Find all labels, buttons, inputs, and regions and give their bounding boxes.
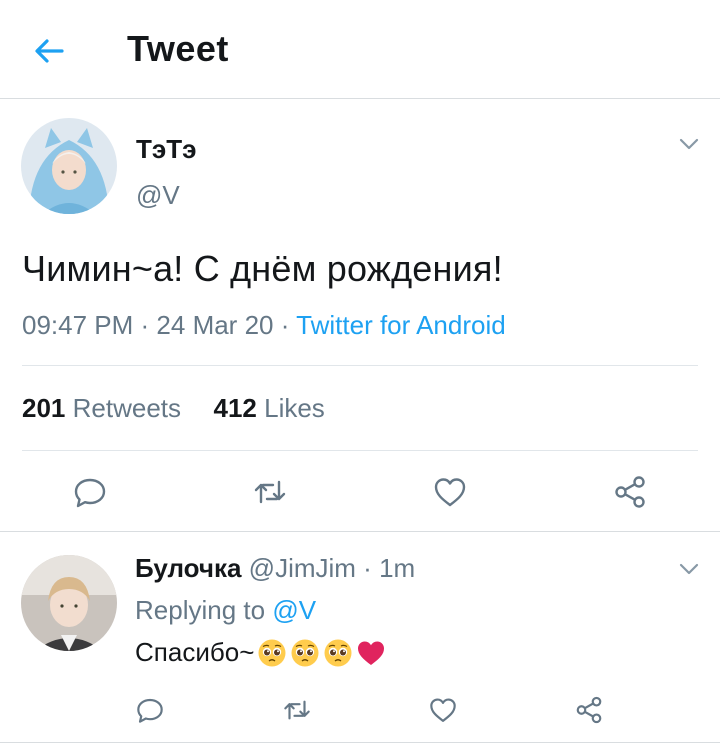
- retweet-button[interactable]: [252, 474, 288, 510]
- avatar[interactable]: [21, 555, 117, 651]
- top-bar: Tweet: [0, 0, 720, 99]
- retweet-icon: [254, 480, 286, 504]
- avatar[interactable]: [21, 118, 117, 214]
- share-button[interactable]: [612, 474, 648, 510]
- tweet-text: Чимин~а! С днём рождения!: [22, 248, 503, 289]
- reply-header: Булочка @JimJim · 1m: [135, 553, 415, 584]
- user-handle[interactable]: @V: [136, 180, 180, 211]
- heart-icon: [434, 478, 466, 507]
- reply-menu-button[interactable]: [678, 561, 700, 577]
- retweets-label: Retweets: [72, 393, 182, 423]
- tweet-time: 09:47 PM: [22, 310, 134, 340]
- likes-label: Likes: [264, 393, 325, 423]
- back-button[interactable]: [30, 31, 70, 71]
- chevron-down-icon: [679, 563, 699, 575]
- replying-to-label: Replying to: [135, 595, 266, 625]
- retweet-icon: [284, 700, 310, 720]
- reply-text: Спасибо~: [135, 637, 386, 668]
- display-name[interactable]: ТэТэ: [136, 134, 196, 165]
- reply-text-body: Спасибо~: [135, 637, 255, 667]
- reply-display-name[interactable]: Булочка: [135, 553, 241, 583]
- share-button[interactable]: [574, 695, 604, 725]
- tweet-date: 24 Mar 20: [156, 310, 274, 340]
- reply-time: 1m: [379, 553, 416, 583]
- share-icon: [615, 476, 645, 508]
- replying-to: Replying to @V: [135, 595, 316, 626]
- divider: [22, 450, 698, 451]
- arrow-left-icon: [35, 39, 64, 63]
- retweets-stat[interactable]: 201 Retweets: [22, 393, 181, 423]
- main-tweet: ТэТэ @V Чимин~а! С днём рождения! 09:47 …: [0, 100, 720, 532]
- tweet-stats: 201 Retweets 412 Likes: [22, 393, 325, 424]
- reply-button[interactable]: [72, 474, 108, 510]
- chevron-down-icon: [679, 138, 699, 150]
- pleading-face-icon: [291, 639, 319, 666]
- retweets-count: 201: [22, 393, 66, 423]
- reply-button[interactable]: [135, 695, 165, 725]
- reply-icon: [137, 698, 163, 723]
- reply-handle[interactable]: @JimJim: [249, 553, 356, 583]
- page-title: Tweet: [127, 28, 229, 69]
- meta-separator: ·: [140, 310, 157, 340]
- heart-icon: [430, 698, 456, 722]
- like-button[interactable]: [428, 695, 458, 725]
- divider: [22, 365, 698, 366]
- meta-separator: ·: [280, 310, 297, 340]
- reply-icon: [74, 478, 106, 508]
- red-heart-icon: [358, 641, 385, 665]
- retweet-button[interactable]: [282, 695, 312, 725]
- tweet-actions: [0, 470, 720, 514]
- tweet-source-link[interactable]: Twitter for Android: [296, 310, 506, 340]
- pleading-face-icon: [258, 639, 286, 666]
- like-button[interactable]: [432, 474, 468, 510]
- likes-count: 412: [213, 393, 257, 423]
- reply-actions: [0, 693, 720, 733]
- share-icon: [576, 696, 602, 724]
- mention-link[interactable]: @V: [272, 595, 316, 625]
- pleading-face-icon: [324, 639, 352, 666]
- meta-separator: ·: [363, 553, 372, 583]
- reply-tweet[interactable]: Булочка @JimJim · 1m Replying to @V Спас…: [0, 533, 720, 743]
- likes-stat[interactable]: 412 Likes: [213, 393, 324, 423]
- tweet-meta: 09:47 PM · 24 Mar 20 · Twitter for Andro…: [22, 310, 506, 341]
- tweet-menu-button[interactable]: [678, 136, 700, 152]
